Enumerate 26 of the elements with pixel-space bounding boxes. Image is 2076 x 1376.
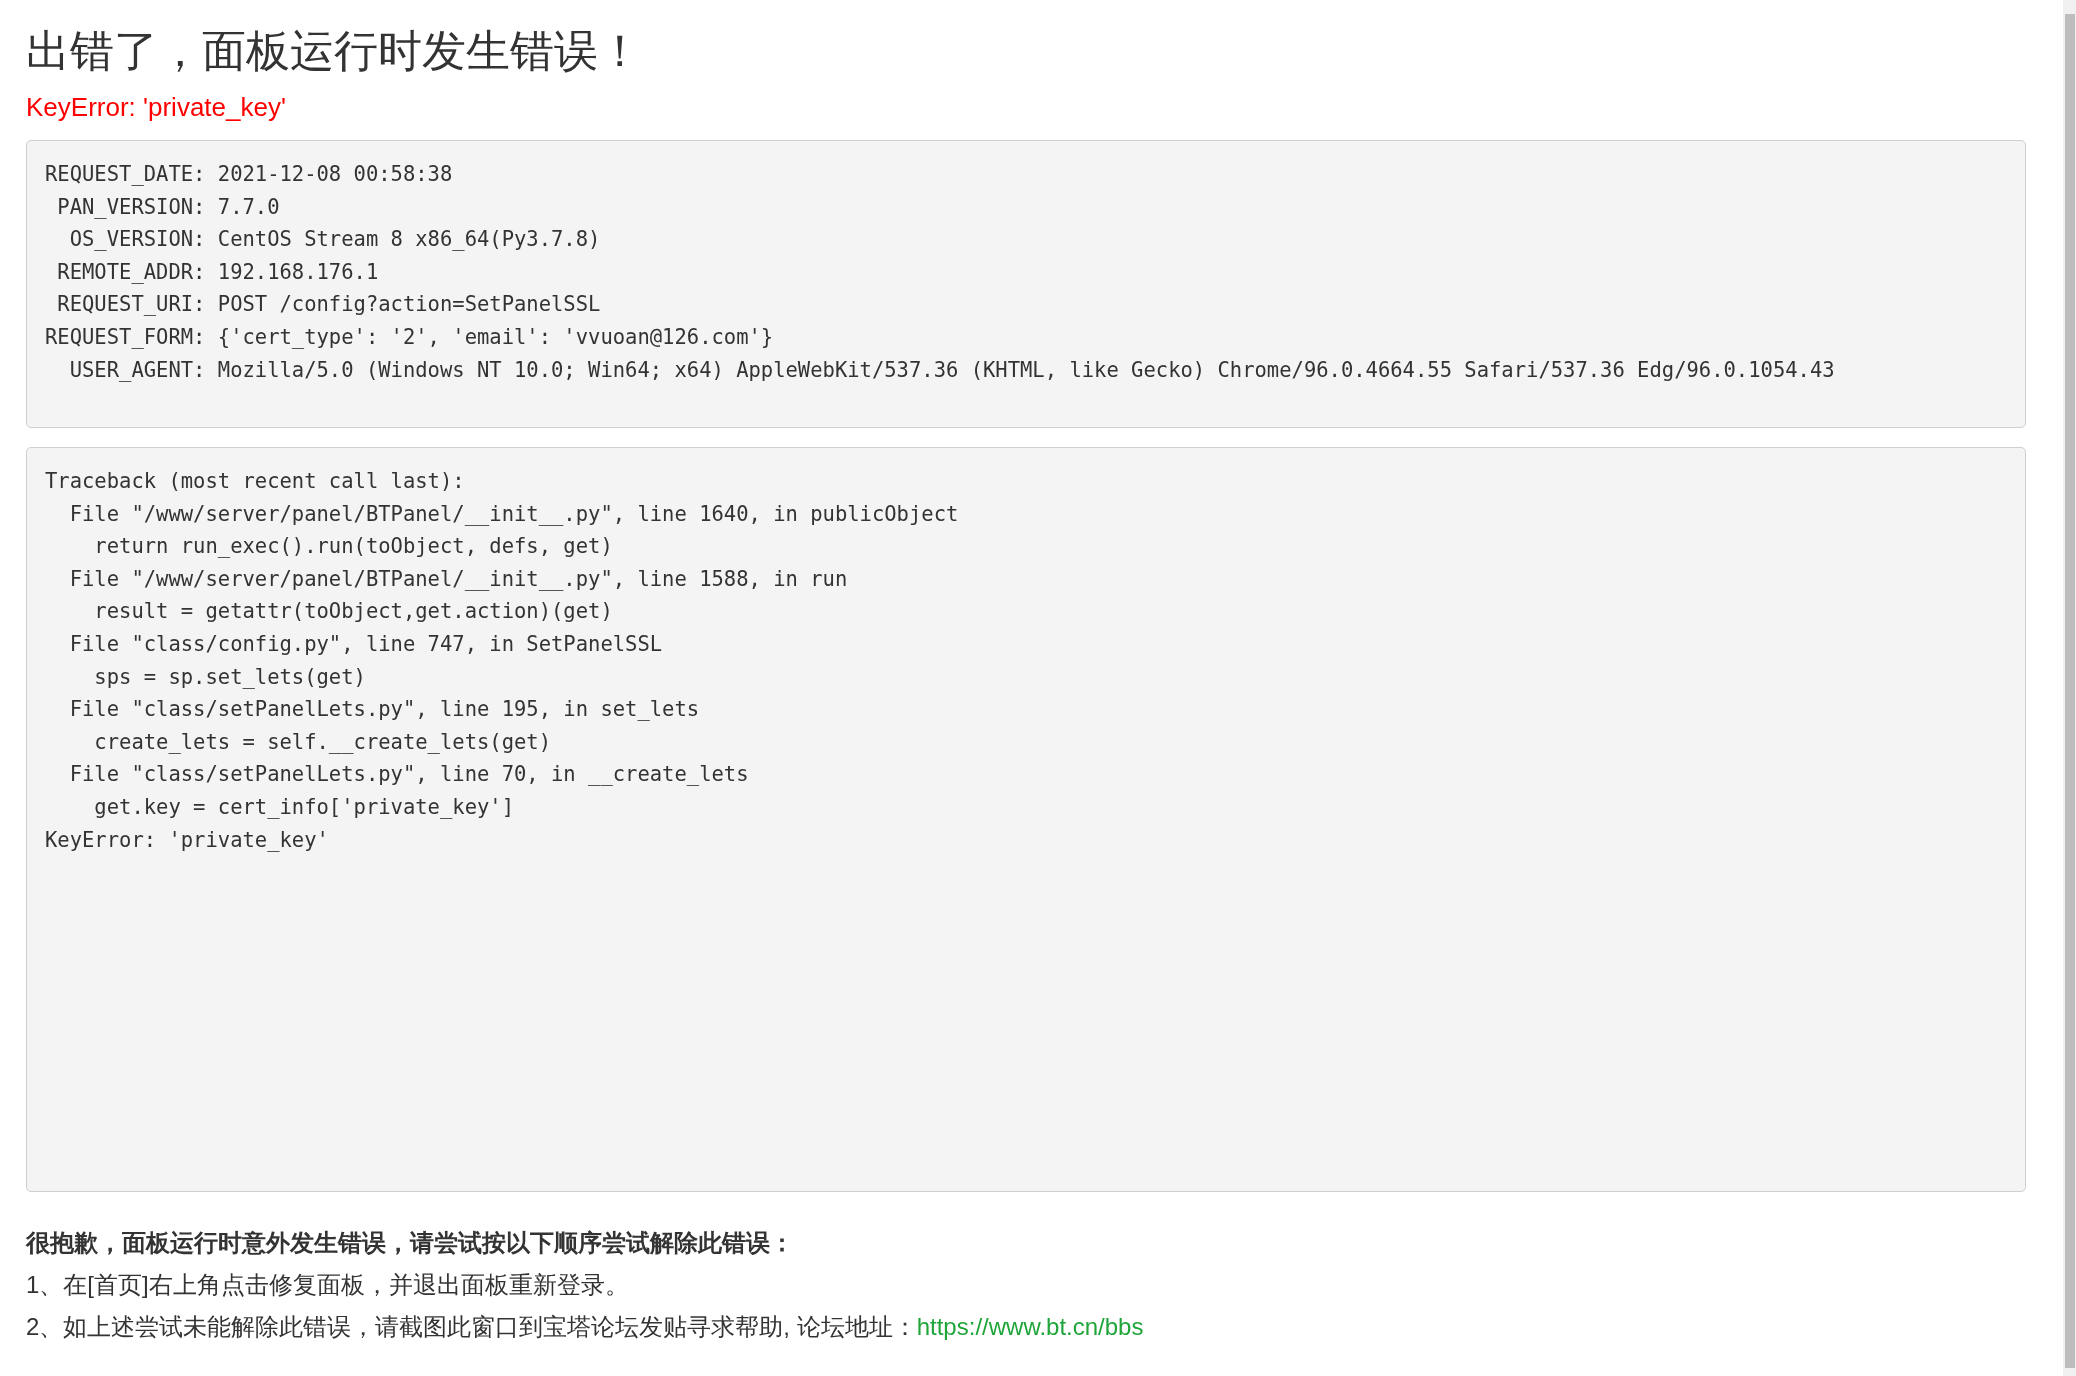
code-line: USER_AGENT: Mozilla/5.0 (Windows NT 10.0; Win64; x64) AppleWebKit/537.36 (KHTML, like Gecko) Chrome/96.0.4664.55 Safari/537.36 Edg/96.0.1054.43: [68, 356, 1835, 384]
help-step: 2、如上述尝试未能解除此错误，请截图此窗口到宝塔论坛发贴寻求帮助, 论坛地址：https://www.bt.cn/bbs: [26, 1306, 1144, 1348]
help-step: 1、在[首页]右上角点击修复面板，并退出面板重新登录。: [26, 1264, 629, 1306]
scrollbar[interactable]: [2063, 0, 2076, 1376]
code-line: sps = sp.set_lets(get): [93, 663, 366, 691]
code-line: REMOTE_ADDR: 192.168.176.1: [56, 258, 379, 286]
code-line: return run_exec().run(toObject, defs, get): [93, 533, 613, 561]
code-line: File "class/config.py", line 747, in SetPanelSSL: [68, 630, 663, 658]
code-line: get.key = cert_info['private_key']: [93, 793, 514, 821]
code-line: REQUEST_FORM: {'cert_type': '2', 'email': 'vvuoan@126.com'}: [45, 323, 774, 351]
code-line: File "class/setPanelLets.py", line 70, in __create_lets: [68, 761, 749, 789]
code-line: result = getattr(toObject,get.action)(get): [93, 598, 613, 626]
code-line: create_lets = self.__create_lets(get): [93, 728, 552, 756]
forum-link[interactable]: https://www.bt.cn/bbs: [916, 1313, 1144, 1340]
page-title: 出错了，面板运行时发生错误！: [26, 25, 642, 77]
help-heading: 很抱歉，面板运行时意外发生错误，请尝试按以下顺序尝试解除此错误：: [26, 1228, 794, 1258]
code-line: File "class/setPanelLets.py", line 195, in set_lets: [68, 696, 700, 724]
code-line: KeyError: 'private_key': [45, 826, 329, 854]
code-line: REQUEST_URI: POST /config?action=SetPanelSSL: [56, 291, 601, 319]
code-line: File "/www/server/panel/BTPanel/__init__.py", line 1588, in run: [68, 565, 848, 593]
code-line: OS_VERSION: CentOS Stream 8 x86_64(Py3.7.8): [68, 226, 601, 254]
code-line: REQUEST_DATE: 2021-12-08 00:58:38: [45, 161, 453, 188]
error-message: KeyError: 'private_key': [26, 91, 286, 124]
code-line: File "/www/server/panel/BTPanel/__init__.py", line 1640, in publicObject: [68, 500, 959, 528]
code-line: Traceback (most recent call last):: [45, 468, 465, 495]
code-line: PAN_VERSION: 7.7.0: [56, 193, 280, 221]
